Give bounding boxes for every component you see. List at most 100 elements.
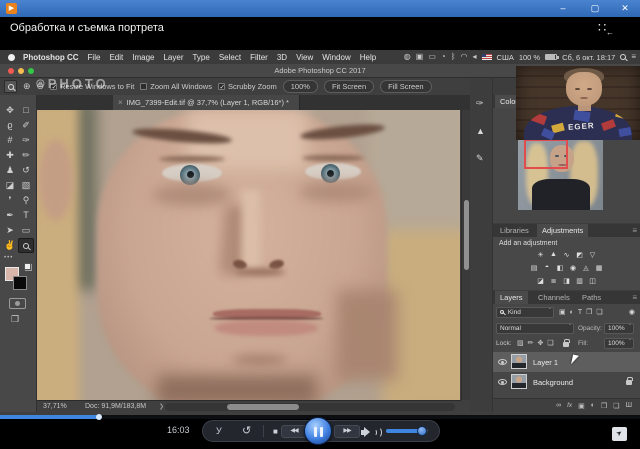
repeat-icon[interactable]: ↺ — [242, 424, 251, 437]
lock-pixels-icon[interactable]: ✏ — [528, 339, 534, 347]
eraser-tool[interactable]: ◪ — [2, 178, 18, 193]
dropbox-icon[interactable]: ▣ — [416, 50, 424, 64]
delete-layer-icon[interactable]: Ш — [626, 402, 632, 409]
channel-mixer-icon[interactable]: ◬ — [582, 264, 591, 272]
path-selection-tool[interactable]: ➤ — [2, 223, 18, 238]
volume-icon[interactable]: ◂ — [473, 50, 477, 64]
type-tool[interactable]: T — [18, 208, 34, 223]
pause-button[interactable] — [304, 417, 332, 445]
layer-name[interactable]: Background — [533, 378, 573, 387]
move-tool[interactable]: ✥ — [2, 103, 18, 118]
vibrance-icon[interactable]: ▽ — [588, 251, 597, 259]
visibility-eye-icon[interactable] — [498, 379, 507, 385]
brightness-contrast-icon[interactable]: ☀ — [536, 251, 545, 259]
menu-item[interactable]: Help — [360, 53, 376, 62]
filter-smart-icon[interactable]: ❏ — [596, 308, 602, 316]
menu-item[interactable]: File — [88, 53, 101, 62]
layer-effects-icon[interactable]: fx — [567, 402, 572, 409]
tab-libraries[interactable]: Libraries — [495, 224, 534, 237]
blend-mode-dropdown[interactable]: Normal ˇ — [496, 323, 574, 334]
time-machine-icon[interactable]: ◔ — [441, 50, 446, 64]
posterize-icon[interactable]: ≣ — [549, 277, 558, 285]
gradient-tool[interactable]: ▧ — [18, 178, 34, 193]
layer-row-layer1[interactable]: Layer 1 — [493, 352, 640, 372]
status-chevron-icon[interactable]: ❯ — [159, 403, 164, 410]
brushes-panel-icon[interactable]: ✑ — [476, 98, 485, 109]
apple-menu-icon[interactable] — [8, 54, 15, 61]
layer-name[interactable]: Layer 1 — [533, 358, 558, 367]
menu-item[interactable]: Window — [322, 53, 350, 62]
app-status-icon[interactable]: ◍ — [404, 50, 411, 64]
threshold-icon[interactable]: ◨ — [562, 277, 571, 285]
menu-item[interactable]: View — [296, 53, 313, 62]
tab-adjustments[interactable]: Adjustments — [537, 224, 588, 237]
horizontal-scrollbar-thumb[interactable] — [227, 404, 299, 410]
menu-item[interactable]: Layer — [163, 53, 183, 62]
background-color-swatch[interactable] — [13, 276, 27, 290]
visibility-eye-icon[interactable] — [498, 359, 507, 365]
popout-button[interactable]: ➤ — [612, 427, 627, 441]
vertical-scrollbar-thumb[interactable] — [464, 200, 469, 270]
bluetooth-icon[interactable]: ᛒ — [451, 50, 456, 64]
zoom-all-windows-checkbox[interactable]: Zoom All Windows — [140, 82, 212, 91]
healing-brush-tool[interactable]: ✚ — [2, 148, 18, 163]
menu-item[interactable]: Select — [219, 53, 241, 62]
blur-tool[interactable]: ❜ — [2, 193, 18, 208]
crop-tool[interactable]: # — [2, 133, 18, 148]
panel-menu-icon[interactable]: ≡ — [632, 291, 637, 304]
brush-tool[interactable]: ✏ — [18, 148, 34, 163]
app-menu[interactable]: Photoshop CC — [23, 53, 79, 62]
quick-mask-icon[interactable] — [9, 298, 26, 309]
tab-paths[interactable]: Paths — [577, 291, 606, 304]
seek-bar-playhead[interactable] — [96, 414, 102, 420]
horizontal-scrollbar[interactable] — [165, 403, 455, 411]
fill-dropdown[interactable]: 100% ˇ — [604, 338, 634, 349]
filter-group-icon[interactable]: ❒ — [586, 308, 592, 316]
zoom-tool[interactable] — [18, 238, 34, 253]
fill-screen-button[interactable]: Fill Screen — [380, 80, 431, 93]
dodge-tool[interactable]: ⚲ — [18, 193, 34, 208]
screen-mode-icon[interactable]: ❐ — [11, 314, 19, 325]
lock-artboard-icon[interactable]: ❏ — [547, 339, 553, 347]
document-tab[interactable]: × IMG_7399-Edit.tif @ 37,7% (Layer 1, RG… — [113, 95, 300, 110]
menubar-clock[interactable]: Сб, 6 окт. 18:17 — [562, 53, 615, 62]
exposure-icon[interactable]: ◩ — [575, 251, 584, 259]
tab-layers[interactable]: Layers — [495, 291, 528, 304]
wifi-icon[interactable]: ◠ — [461, 50, 468, 64]
photo-filter-icon[interactable]: ◉ — [569, 264, 578, 272]
bookmark-icon[interactable]: У — [216, 426, 222, 436]
tab-channels[interactable]: Channels — [533, 291, 575, 304]
curves-icon[interactable]: ∿ — [562, 251, 571, 259]
filter-type-icon[interactable]: T — [578, 309, 582, 316]
layer-thumbnail[interactable] — [511, 354, 527, 369]
quick-selection-tool[interactable]: ✐ — [18, 118, 34, 133]
lock-position-icon[interactable]: ✥ — [538, 339, 544, 347]
layer-mask-icon[interactable]: ▣ — [578, 402, 585, 410]
hand-tool[interactable]: ✌ — [2, 238, 18, 253]
fit-screen-button[interactable]: Fit Screen — [324, 80, 374, 93]
panel-menu-icon[interactable]: ≡ — [632, 224, 637, 237]
black-white-icon[interactable]: ◧ — [556, 264, 565, 272]
shape-tool[interactable]: ▭ — [18, 223, 34, 238]
eyedropper-tool[interactable]: ✑ — [18, 133, 34, 148]
marquee-tool[interactable]: □ — [18, 103, 34, 118]
gradient-map-icon[interactable]: ▥ — [575, 277, 584, 285]
input-flag-icon[interactable] — [482, 54, 492, 60]
levels-icon[interactable]: ▲ — [549, 251, 558, 259]
menu-item[interactable]: Type — [192, 53, 209, 62]
scrubby-zoom-checkbox[interactable]: Scrubby Zoom — [218, 82, 277, 91]
opacity-dropdown[interactable]: 100% ˇ — [604, 323, 634, 334]
layer-row-background[interactable]: Background — [493, 372, 640, 392]
lock-transparency-icon[interactable]: ▨ — [517, 339, 524, 347]
link-layers-icon[interactable]: ∞ — [556, 402, 561, 409]
kind-filter-dropdown[interactable]: Kind ˇ — [496, 307, 554, 318]
menu-item[interactable]: 3D — [277, 53, 287, 62]
menu-item[interactable]: Edit — [109, 53, 123, 62]
invert-icon[interactable]: ◪ — [536, 277, 545, 285]
filter-image-icon[interactable]: ▣ — [559, 308, 566, 316]
zoom-in-icon[interactable]: ⊕ — [23, 81, 31, 92]
menu-item[interactable]: Filter — [250, 53, 268, 62]
selective-color-icon[interactable]: ◫ — [588, 277, 597, 285]
maximize-button[interactable]: ▢ — [580, 0, 610, 17]
notification-center-icon[interactable]: ≡ — [631, 50, 636, 64]
